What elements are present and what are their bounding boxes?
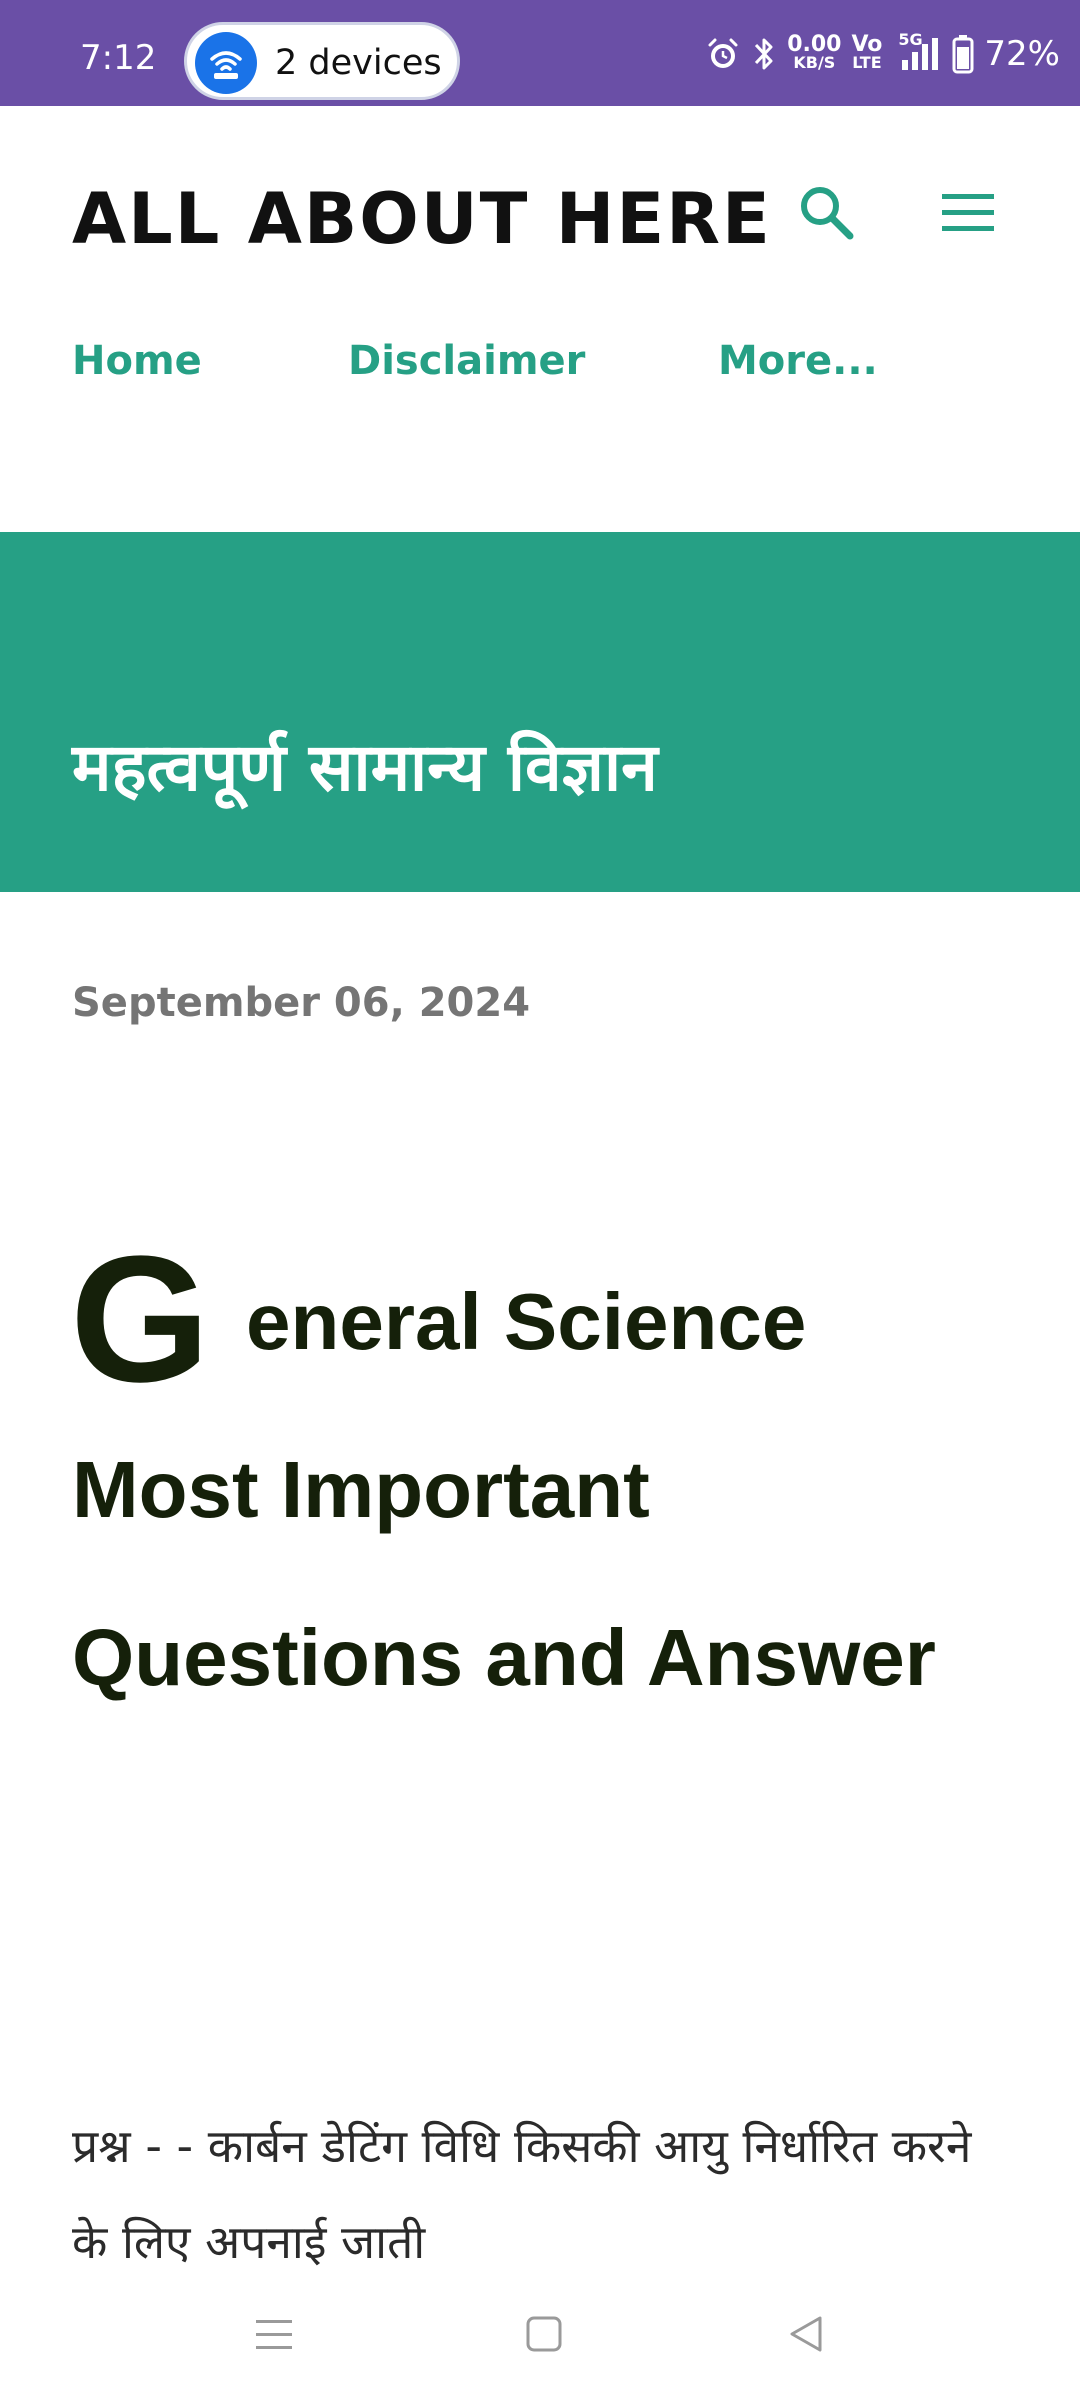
nav-home-link[interactable]: Home [72,338,202,384]
site-title[interactable]: ALL ABOUT HERE [72,178,772,260]
recent-apps-icon [256,2320,292,2349]
hamburger-menu-icon [942,194,994,231]
hotspot-pill[interactable]: 2 devices [184,22,460,100]
heading-line-2: Most Important [72,1445,650,1534]
post-date: September 06, 2024 [72,980,531,1026]
hotspot-icon [195,32,257,94]
question-text: प्रश्न - - कार्बन डेटिंग विधि किसकी आयु … [72,2119,972,2269]
heading-dropcap: G [70,1219,211,1420]
net-speed-value: 0.00 [787,32,842,57]
battery-percent: 72% [984,34,1060,74]
heading-line-1: eneral Science [246,1277,807,1366]
status-icons: 0.00 KB/S Vo LTE 5G 72% [705,26,1060,82]
back-icon [790,2316,822,2352]
hotspot-label: 2 devices [275,43,442,83]
volte-bottom: LTE [852,53,882,72]
battery-icon [952,34,974,74]
search-button[interactable] [796,182,858,244]
nav-more-link[interactable]: More... [718,338,878,384]
recent-apps-button[interactable] [254,2314,294,2359]
bluetooth-icon [751,34,777,74]
heading-line-3: Questions and Answer [72,1613,936,1702]
network-type: 5G [898,30,923,49]
back-button[interactable] [786,2314,826,2359]
menu-button[interactable] [938,188,998,238]
nav-disclaimer-link[interactable]: Disclaimer [348,338,585,384]
home-button[interactable] [524,2314,564,2359]
banner-title: महत्वपूर्ण सामान्य विज्ञान [72,729,658,806]
net-speed: 0.00 KB/S [787,32,842,72]
status-bar: 7:12 2 devices 0.00 KB/S Vo LTE 5G 72% [0,0,1080,106]
signal-icon: 5G [892,30,942,74]
volte-top: Vo [851,32,883,57]
status-time: 7:12 [80,38,157,78]
home-icon [526,2316,562,2352]
top-nav: Home Disclaimer More... [0,338,1080,398]
search-icon [801,187,854,240]
net-speed-unit: KB/S [793,53,836,72]
alarm-icon [705,36,741,72]
post-banner [0,532,1080,892]
volte-indicator: Vo LTE [851,32,883,72]
